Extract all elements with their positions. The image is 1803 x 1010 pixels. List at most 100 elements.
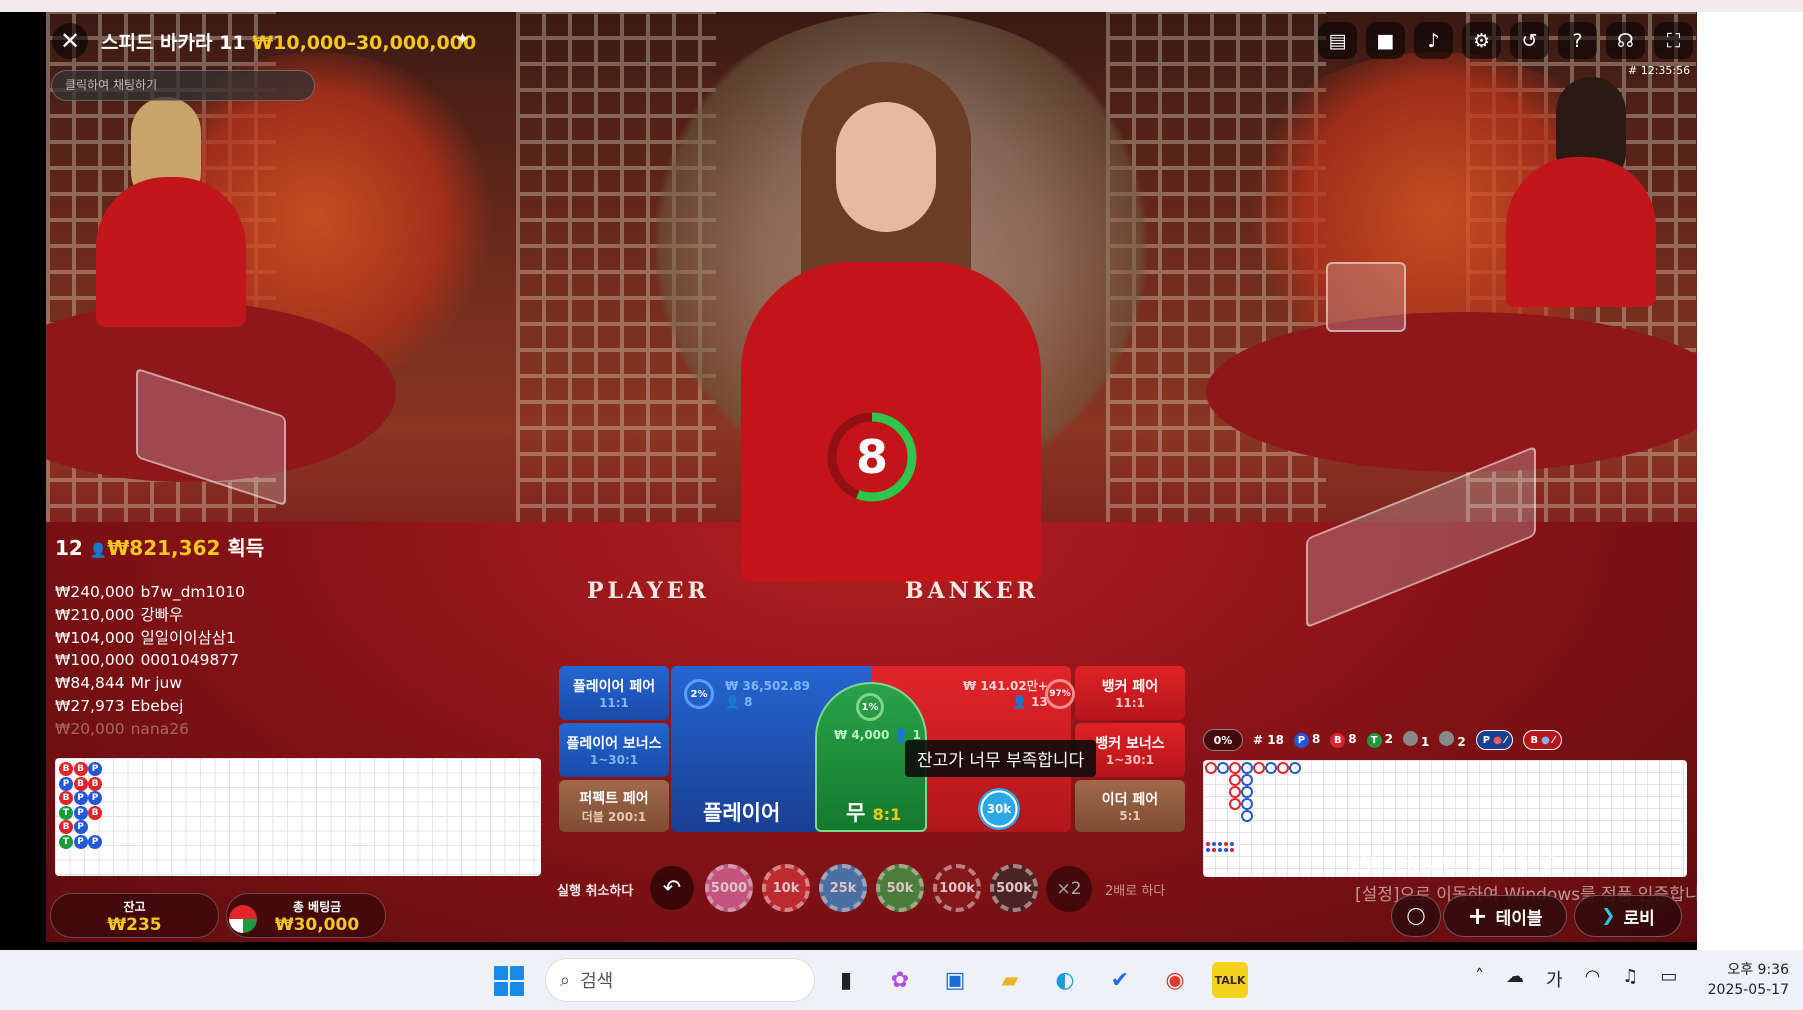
todo-icon[interactable]: ✔ [1102, 962, 1138, 998]
browser-top-strip [0, 0, 1803, 12]
cloud-icon[interactable]: ☁ [1506, 966, 1524, 992]
chat-input[interactable]: 클릭하여 채팅하기 [51, 70, 315, 101]
help-icon[interactable]: ? [1558, 22, 1597, 59]
balance-label: 잔고 [123, 900, 146, 914]
stats-tie: T2 [1366, 732, 1393, 748]
winners-count: 12 [55, 536, 83, 560]
winners-header: 12 👤₩821,362 획득 [55, 532, 264, 561]
player-pair-icon [1403, 731, 1419, 746]
bead-b: B [88, 805, 102, 820]
derived-road-dot [1212, 848, 1216, 852]
chip-100k[interactable]: 100k [933, 864, 981, 912]
video-icon[interactable]: ■ [1366, 22, 1405, 59]
task-view-icon[interactable]: ▮ [828, 962, 864, 998]
favorite-pin-icon[interactable]: ✦ [455, 29, 470, 50]
chevron-up-icon[interactable]: ˄ [1475, 966, 1484, 992]
balance-value: ₩235 [107, 915, 162, 935]
list-item: ₩240,000 b7w_dm1010 [55, 583, 245, 601]
derived-road-dot [1230, 848, 1234, 852]
insufficient-balance-toast: 잔고가 너무 부족합니다 [905, 740, 1097, 777]
bead-p: P [88, 762, 102, 776]
chip-5000[interactable]: 5000 [705, 864, 753, 912]
bead-b: B [73, 762, 88, 776]
big-road-player [1289, 762, 1301, 774]
support-icon[interactable]: ☊ [1606, 22, 1645, 59]
bead-p: P [73, 791, 88, 805]
player-pair-bet[interactable]: 플레이어 페어 11:1 [559, 666, 669, 720]
battery-icon[interactable]: ▭ [1660, 966, 1677, 992]
winners-total: ₩821,362 [107, 536, 221, 560]
taskbar-search[interactable]: ⌕ 검색 [545, 958, 815, 1002]
close-button[interactable]: ✕ [52, 23, 88, 59]
either-pair-bet[interactable]: 이더 페어 5:1 [1075, 780, 1185, 832]
table-button[interactable]: + 테이블 [1443, 895, 1567, 937]
list-item: ₩104,000 일일이이삼삼1 [55, 628, 236, 647]
banker-pair-bet[interactable]: 뱅커 페어 11:1 [1075, 666, 1185, 720]
taskbar-clock[interactable]: 오후 9:36 2025-05-17 [1697, 960, 1789, 1000]
chip-25k[interactable]: 25k [819, 864, 867, 912]
bead-p: P [88, 791, 102, 805]
top-toolbar: ▤ ■ ♪ ⚙ ↺ ? ☊ ⛶ [1318, 22, 1693, 59]
derived-road-dot [1218, 848, 1222, 852]
stats-player: P8 [1293, 732, 1320, 748]
ime-indicator[interactable]: 가 [1546, 966, 1563, 992]
history-icon[interactable]: ↺ [1510, 22, 1549, 59]
undo-label: 실행 취소하다 [557, 884, 634, 899]
file-explorer-icon[interactable]: ▰ [992, 962, 1028, 998]
undo-button[interactable]: ↶ [650, 866, 694, 910]
tie-bet-label: 무 8:1 [846, 801, 902, 825]
bead-b: B [88, 776, 102, 791]
chat-bubble-icon: ◯ [1406, 906, 1426, 926]
stats-banker-pair: 2 [1439, 731, 1466, 749]
total-bet-label: 총 베팅금 [292, 900, 342, 914]
chip-10k[interactable]: 10k [762, 864, 810, 912]
player-bet-info: ₩ 36,502.89 👤 8 [725, 679, 810, 709]
bead-b: B [73, 776, 88, 791]
big-road-player [1241, 786, 1253, 798]
fullscreen-icon[interactable]: ⛶ [1654, 22, 1693, 59]
perfect-pair-bet[interactable]: 퍼펙트 페어 더블 200:1 [559, 780, 669, 832]
felt-player-label: PLAYER [587, 578, 710, 604]
countdown-timer: 8 [824, 409, 920, 505]
bead-b: B [59, 791, 73, 805]
windows-taskbar: ⌕ 검색 ▮ ✿ ▣ ▰ ◐ ✔ ◉ TALK ˄ ☁ 가 ◠ ♫ ▭ 오후 9… [0, 950, 1803, 1010]
store-icon[interactable]: ▣ [937, 962, 973, 998]
settings-icon[interactable]: ⚙ [1462, 22, 1501, 59]
edge-icon[interactable]: ◐ [1047, 962, 1083, 998]
list-item: ₩210,000 강빠우 [55, 605, 184, 624]
chat-icon[interactable]: ▤ [1318, 22, 1357, 59]
banker-percent: 97% [1045, 679, 1075, 709]
big-road-player [1241, 810, 1253, 822]
speaker-icon[interactable]: ♫ [1622, 966, 1638, 992]
undo-icon: ↶ [662, 875, 682, 901]
chat-bubble-button[interactable]: ◯ [1391, 895, 1441, 937]
volume-icon[interactable]: ♪ [1414, 22, 1453, 59]
bet-limits: ₩10,000–30,000,000 [252, 32, 477, 54]
bead-road[interactable]: BPBTBTBBPPPPPBPBP [55, 758, 541, 876]
stats-banker: B8 [1330, 732, 1357, 748]
chip-500k[interactable]: 500k [990, 864, 1038, 912]
banker-pair-icon [1439, 731, 1455, 746]
big-road-banker [1253, 762, 1265, 774]
total-bet-value: ₩30,000 [274, 915, 360, 935]
double-button[interactable]: ×2 [1046, 866, 1092, 912]
right-white-bar [1697, 12, 1803, 950]
chrome-icon[interactable]: ◉ [1157, 962, 1193, 998]
wifi-icon[interactable]: ◠ [1585, 966, 1601, 992]
banker-badge-icon: B [1330, 733, 1346, 748]
big-road-player [1217, 762, 1229, 774]
windows-start-icon[interactable] [494, 966, 524, 996]
player-bet-label: 플레이어 [703, 801, 781, 825]
banker-predict-button[interactable]: B ● ⁄ [1523, 730, 1562, 750]
chip-stack-icon [229, 905, 257, 933]
stats-rounds: # 18 [1253, 733, 1284, 747]
kakaotalk-icon[interactable]: TALK [1212, 962, 1248, 998]
copilot-icon[interactable]: ✿ [882, 962, 918, 998]
activation-watermark-title: Windows 정품 인증 [1352, 850, 1563, 878]
player-bonus-bet[interactable]: 플레이어 보너스 1~30:1 [559, 723, 669, 777]
bead-p: P [73, 805, 88, 820]
chip-50k[interactable]: 50k [876, 864, 924, 912]
player-predict-button[interactable]: P ● ⁄ [1475, 730, 1514, 750]
big-road-player [1241, 762, 1253, 774]
lobby-button[interactable]: ❯ 로비 [1574, 895, 1682, 937]
